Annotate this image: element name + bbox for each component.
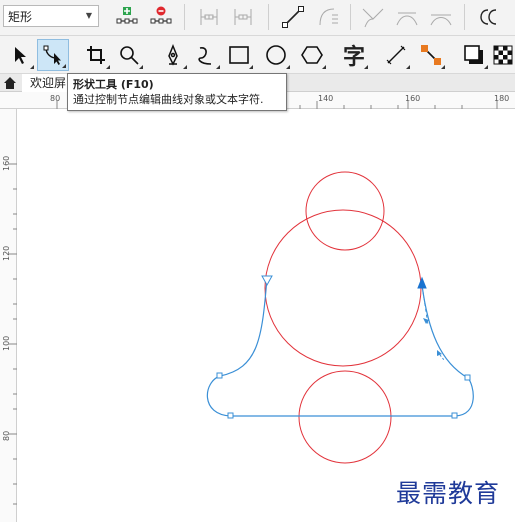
connector-tool[interactable] — [415, 39, 447, 71]
ruler-label: 80 — [2, 430, 11, 441]
curve-node[interactable] — [216, 372, 223, 379]
dimension-line-icon — [386, 45, 406, 65]
flyout-corner — [139, 65, 143, 69]
shape-type-select-value: 矩形 — [8, 9, 33, 24]
pen-nib-icon — [168, 44, 178, 66]
flyout-corner — [406, 65, 410, 69]
shape-tool[interactable] — [37, 39, 69, 71]
add-node-icon[interactable] — [112, 3, 142, 31]
reverse-direction-icon[interactable] — [474, 3, 504, 31]
watermark-text: 最需教育 — [396, 479, 501, 508]
edited-curve[interactable] — [206, 277, 474, 417]
ruler-label: 140 — [318, 94, 334, 103]
checkerboard-icon — [493, 45, 512, 65]
middle-circle[interactable] — [264, 209, 422, 367]
ellipse-tool[interactable] — [260, 39, 292, 71]
end-node[interactable] — [417, 276, 427, 289]
separator — [350, 4, 351, 30]
to-curve-icon[interactable] — [312, 3, 342, 31]
cusp-node-icon[interactable] — [358, 3, 388, 31]
chevron-down-icon: ▼ — [85, 11, 93, 20]
flyout-corner — [106, 65, 110, 69]
curve-node[interactable] — [451, 412, 458, 419]
drawing-canvas[interactable] — [18, 110, 515, 522]
top-circle[interactable] — [305, 171, 385, 251]
property-bar: 矩形 ▼ — [0, 0, 515, 36]
bottom-circle[interactable] — [298, 370, 392, 464]
rectangle-tool[interactable] — [223, 39, 255, 71]
ruler-label: 180 — [494, 94, 510, 103]
flyout-corner — [62, 64, 66, 68]
parallel-dimension-tool[interactable] — [380, 39, 412, 71]
symmetric-node-icon[interactable] — [426, 3, 456, 31]
separator — [268, 4, 269, 30]
ruler-label: 160 — [405, 94, 421, 103]
flyout-corner — [441, 65, 445, 69]
toolbox: 字 — [0, 36, 515, 74]
flyout-corner — [183, 65, 187, 69]
ellipse-icon — [266, 45, 286, 65]
control-handle-line — [439, 354, 445, 361]
crop-icon — [87, 46, 105, 64]
crop-tool[interactable] — [80, 39, 112, 71]
ruler-label: 100 — [2, 335, 11, 351]
magnifier-icon — [120, 46, 139, 65]
smooth-node-icon[interactable] — [392, 3, 422, 31]
pointer-icon — [15, 47, 26, 64]
curve-node[interactable] — [227, 412, 234, 419]
flyout-corner — [216, 65, 220, 69]
shape-type-select[interactable]: 矩形 ▼ — [3, 5, 99, 27]
shadow-square-icon — [464, 45, 483, 64]
flyout-corner — [364, 65, 368, 69]
join-nodes-icon[interactable] — [194, 3, 224, 31]
tooltip-body: 通过控制节点编辑曲线对象或文本字符. — [73, 93, 264, 106]
ruler-label: 80 — [50, 94, 61, 103]
tooltip-title: 形状工具 (F10) — [73, 78, 154, 91]
rectangle-icon — [229, 46, 249, 64]
to-line-icon[interactable] — [278, 3, 308, 31]
freehand-tool[interactable] — [157, 39, 189, 71]
polygon-tool[interactable] — [296, 39, 328, 71]
artistic-media-tool[interactable] — [190, 39, 222, 71]
flyout-corner — [484, 65, 488, 69]
connector-icon — [421, 45, 441, 65]
hexagon-icon — [301, 46, 323, 64]
delete-node-icon[interactable] — [146, 3, 176, 31]
break-curve-icon[interactable] — [228, 3, 258, 31]
flyout-corner — [286, 65, 290, 69]
home-icon[interactable] — [3, 76, 17, 90]
transparency-tool[interactable] — [490, 39, 515, 71]
vertical-ruler[interactable]: 160 120 100 80 — [0, 109, 17, 522]
separator — [464, 4, 465, 30]
text-tool[interactable]: 字 — [338, 39, 370, 71]
drawing — [206, 171, 474, 464]
ruler-label: 120 — [2, 245, 11, 261]
ruler-label: 160 — [2, 155, 11, 171]
flyout-corner — [322, 65, 326, 69]
shape-tool-tooltip: 形状工具 (F10) 通过控制节点编辑曲线对象或文本字符. — [67, 73, 287, 111]
text-tool-icon: 字 — [342, 45, 365, 70]
separator — [184, 4, 185, 30]
zoom-tool[interactable] — [113, 39, 145, 71]
curve-brush-icon — [198, 47, 212, 65]
flyout-corner — [30, 65, 34, 69]
shape-tool-icon — [43, 45, 61, 65]
flyout-corner — [249, 65, 253, 69]
curve-node[interactable] — [464, 374, 471, 381]
start-node[interactable] — [261, 275, 273, 287]
pick-tool[interactable] — [4, 39, 36, 71]
drop-shadow-tool[interactable] — [458, 39, 490, 71]
